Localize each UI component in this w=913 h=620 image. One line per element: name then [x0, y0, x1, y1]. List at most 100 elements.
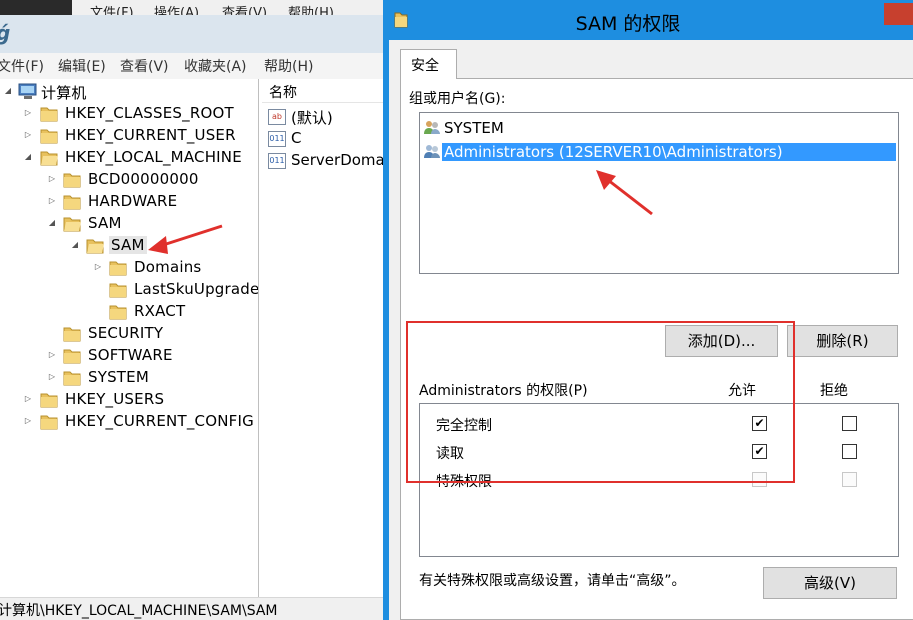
tree-node-label: RXACT — [134, 302, 186, 320]
menu-edit[interactable]: 编辑(E) — [58, 56, 106, 76]
expand-arrow-icon[interactable]: ▷ — [47, 372, 57, 382]
tree-node-domains[interactable]: ▷ Domains — [0, 257, 258, 279]
folder-icon — [63, 369, 81, 386]
value-row-c[interactable]: 011 C — [268, 128, 383, 150]
value-name: C — [291, 129, 302, 147]
deny-checkbox[interactable] — [842, 444, 857, 459]
menu-favorites[interactable]: 收藏夹(A) — [184, 56, 247, 76]
value-name: ServerDoma — [291, 151, 383, 169]
collapse-arrow-icon[interactable]: ◢ — [23, 152, 33, 162]
string-value-icon: ab — [268, 109, 286, 125]
tree-node-security[interactable]: SECURITY — [0, 323, 258, 345]
registry-tree[interactable]: ◢ 计算机 ▷ HKEY_CLASSES_ROOT ▷ HKEY_CURRENT… — [0, 79, 259, 597]
menu-view[interactable]: 查看(V) — [120, 56, 169, 76]
expand-arrow-icon[interactable]: ▷ — [47, 196, 57, 206]
tree-node-label: HKEY_USERS — [65, 390, 165, 408]
folder-icon — [63, 193, 81, 210]
tree-node-label: HKEY_CURRENT_CONFIG — [65, 412, 254, 430]
status-bar: 计算机\HKEY_LOCAL_MACHINE\SAM\SAM — [0, 597, 383, 620]
folder-icon — [40, 413, 58, 430]
value-row-default[interactable]: ab (默认) — [268, 106, 383, 128]
tree-node-label: SYSTEM — [88, 368, 149, 386]
folder-open-icon — [40, 149, 58, 166]
advanced-button[interactable]: 高级(V) — [763, 567, 897, 599]
close-button[interactable] — [884, 3, 913, 25]
regedit-app-icon: ǵ — [0, 21, 10, 45]
expand-arrow-icon[interactable]: ▷ — [47, 174, 57, 184]
collapse-arrow-icon[interactable]: ◢ — [47, 218, 57, 228]
tree-node-hklm[interactable]: ◢ HKEY_LOCAL_MACHINE — [0, 147, 258, 169]
folder-icon — [63, 171, 81, 188]
user-row-system[interactable]: SYSTEM — [424, 117, 894, 139]
tree-node-label: 计算机 — [41, 84, 87, 102]
tree-node-label: SOFTWARE — [88, 346, 173, 364]
values-list[interactable]: 名称 ab (默认) 011 C 011 ServerDoma — [262, 79, 383, 597]
value-row-serverdomain[interactable]: 011 ServerDoma — [268, 150, 383, 172]
menu-help[interactable]: 帮助(H) — [264, 56, 313, 76]
folder-icon — [109, 259, 127, 276]
annotation-arrow-icon — [148, 224, 223, 254]
tree-node-lastskuupgrade[interactable]: LastSkuUpgrade — [0, 279, 258, 301]
collapse-arrow-icon[interactable]: ◢ — [70, 240, 80, 250]
expand-arrow-icon[interactable]: ▷ — [93, 262, 103, 272]
folder-open-icon — [63, 215, 81, 232]
folder-icon — [63, 325, 81, 342]
dialog-titlebar[interactable]: SAM 的权限 — [383, 0, 913, 40]
folder-open-icon — [86, 237, 104, 254]
menu-file[interactable]: 文件(F) — [0, 56, 44, 76]
expand-arrow-icon[interactable]: ▷ — [47, 350, 57, 360]
regedit-titlebar: ǵ — [0, 15, 383, 53]
tree-node-bcd[interactable]: ▷ BCD00000000 — [0, 169, 258, 191]
tree-node-label: Domains — [134, 258, 202, 276]
folder-icon — [40, 105, 58, 122]
folder-icon — [40, 127, 58, 144]
value-name: (默认) — [291, 109, 333, 127]
tree-node-label: HKEY_CLASSES_ROOT — [65, 104, 234, 122]
users-group-icon — [424, 120, 441, 139]
users-group-icon — [424, 144, 441, 163]
computer-icon — [18, 83, 37, 100]
permissions-dialog: SAM 的权限 安全 组或用户名(G): SYSTEM Administrato… — [383, 0, 913, 620]
tree-node-label: SECURITY — [88, 324, 164, 342]
user-name: SYSTEM — [444, 119, 504, 137]
tab-security[interactable]: 安全 — [400, 49, 457, 79]
collapse-arrow-icon[interactable]: ◢ — [3, 86, 13, 96]
regedit-menubar: 文件(F) 编辑(E) 查看(V) 收藏夹(A) 帮助(H) — [0, 53, 383, 79]
column-header-name[interactable]: 名称 — [262, 79, 383, 103]
expand-arrow-icon[interactable]: ▷ — [23, 394, 33, 404]
annotation-arrow-icon — [596, 170, 653, 216]
tree-node-label: BCD00000000 — [88, 170, 199, 188]
remove-button[interactable]: 删除(R) — [787, 325, 898, 357]
expand-arrow-icon[interactable]: ▷ — [23, 108, 33, 118]
registry-editor-window: ǵ 文件(F) 编辑(E) 查看(V) 收藏夹(A) 帮助(H) ◢ 计算机 ▷… — [0, 15, 383, 620]
expand-arrow-icon[interactable]: ▷ — [23, 416, 33, 426]
binary-value-icon: 011 — [268, 131, 286, 147]
tree-node-hku[interactable]: ▷ HKEY_USERS — [0, 389, 258, 411]
group-users-label: 组或用户名(G): — [409, 91, 506, 107]
tree-node-hkcc[interactable]: ▷ HKEY_CURRENT_CONFIG — [0, 411, 258, 433]
folder-icon — [109, 303, 127, 320]
annotation-highlight-box — [406, 321, 795, 483]
user-name: Administrators (12SERVER10\Administrator… — [442, 143, 896, 161]
status-path: 计算机\HKEY_LOCAL_MACHINE\SAM\SAM — [0, 603, 278, 619]
folder-icon — [63, 347, 81, 364]
tree-connector — [47, 328, 57, 338]
tree-node-rxact[interactable]: RXACT — [0, 301, 258, 323]
tree-node-hardware[interactable]: ▷ HARDWARE — [0, 191, 258, 213]
binary-value-icon: 011 — [268, 153, 286, 169]
tree-node-hkcu[interactable]: ▷ HKEY_CURRENT_USER — [0, 125, 258, 147]
deny-column-header: 拒绝 — [820, 383, 848, 399]
tree-node-software[interactable]: ▷ SOFTWARE — [0, 345, 258, 367]
tree-node-label: SAM — [88, 214, 122, 232]
dialog-title: SAM 的权限 — [575, 13, 681, 35]
folder-icon — [40, 391, 58, 408]
tree-node-computer[interactable]: ◢ 计算机 — [0, 81, 258, 103]
expand-arrow-icon[interactable]: ▷ — [23, 130, 33, 140]
tree-node-hkcr[interactable]: ▷ HKEY_CLASSES_ROOT — [0, 103, 258, 125]
deny-checkbox[interactable] — [842, 416, 857, 431]
user-row-administrators-selected[interactable]: Administrators (12SERVER10\Administrator… — [424, 141, 896, 163]
tree-node-label: HARDWARE — [88, 192, 178, 210]
tree-connector — [93, 306, 103, 316]
tree-node-label: LastSkuUpgrade — [134, 280, 259, 298]
tree-node-system[interactable]: ▷ SYSTEM — [0, 367, 258, 389]
